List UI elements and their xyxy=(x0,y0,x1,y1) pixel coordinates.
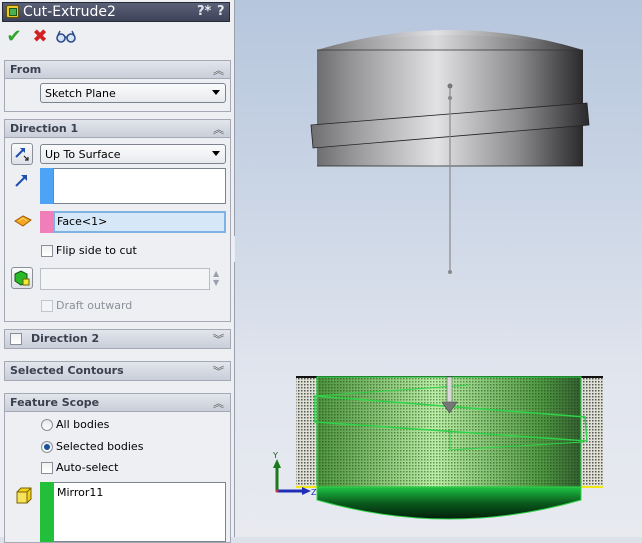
direction1-section-title: Direction 1 xyxy=(10,122,79,135)
expand-chevron-icon[interactable]: ︾ xyxy=(213,363,224,379)
selected-bodies-label: Selected bodies xyxy=(56,440,144,453)
end-condition-value: Up To Surface xyxy=(45,148,121,161)
direction1-section: Direction 1 ︽ Up To Surface Face<1> Flip… xyxy=(4,119,231,322)
selected-contours-section-header[interactable]: Selected Contours ︾ xyxy=(5,362,230,380)
extrude-direction-arrow xyxy=(446,376,453,405)
checkmark-icon: ✔ xyxy=(6,26,22,47)
draft-outward-label: Draft outward xyxy=(56,299,133,312)
upper-body-model[interactable] xyxy=(310,30,590,274)
direction-vector-icon xyxy=(15,175,27,187)
reverse-direction-button[interactable] xyxy=(11,143,33,165)
feature-scope-section: Feature Scope ︽ All bodies Selected bodi… xyxy=(4,393,231,543)
graphics-area[interactable]: Y Z xyxy=(235,0,642,537)
direction-selection-box[interactable] xyxy=(53,168,226,204)
selected-bodies-radio[interactable] xyxy=(41,441,53,453)
cancel-button[interactable]: ✖ xyxy=(30,27,50,47)
direction2-checkbox[interactable] xyxy=(10,333,22,345)
bodies-color-strip xyxy=(40,482,53,542)
auto-select-checkbox[interactable] xyxy=(41,462,53,474)
face-selection-value: Face<1> xyxy=(57,215,108,228)
help-button[interactable]: ? xyxy=(217,3,225,21)
triad-z-label: Z xyxy=(311,488,317,497)
from-section: From ︽ Sketch Plane xyxy=(4,60,231,112)
face-color-strip xyxy=(40,211,53,233)
collapse-chevron-icon[interactable]: ︽ xyxy=(213,62,224,78)
model-view: Y Z xyxy=(272,30,603,520)
feature-scope-section-header[interactable]: Feature Scope ︽ xyxy=(5,394,230,412)
expand-chevron-icon[interactable]: ︾ xyxy=(213,331,224,347)
face-selection-box[interactable]: Face<1> xyxy=(53,211,226,233)
draft-angle-input[interactable] xyxy=(40,268,210,290)
flip-side-to-cut-checkbox[interactable] xyxy=(41,245,53,257)
direction2-section: Direction 2 ︾ xyxy=(4,329,231,349)
all-bodies-radio[interactable] xyxy=(41,419,53,431)
from-section-title: From xyxy=(10,63,42,76)
from-section-header[interactable]: From ︽ xyxy=(5,61,230,79)
draft-angle-spinner[interactable]: ▲ ▼ xyxy=(213,269,219,287)
collapse-chevron-icon[interactable]: ︽ xyxy=(213,121,224,137)
detailed-preview-button[interactable] xyxy=(56,27,76,47)
collapse-chevron-icon[interactable]: ︽ xyxy=(213,395,224,411)
property-manager-titlebar: Cut-Extrude2 ?* ? xyxy=(2,2,230,22)
draft-on-off-button[interactable] xyxy=(11,267,33,289)
flip-side-to-cut-label: Flip side to cut xyxy=(56,244,137,257)
property-manager: Cut-Extrude2 ?* ? ✔ ✖ From ︽ Sketch Plan… xyxy=(0,0,235,543)
draft-outward-checkbox[interactable] xyxy=(41,300,53,312)
end-condition-dropdown[interactable]: Up To Surface xyxy=(40,144,226,164)
reverse-direction-icon xyxy=(15,148,29,161)
start-condition-value: Sketch Plane xyxy=(45,87,116,100)
face-vertex-icon xyxy=(14,215,32,227)
start-condition-dropdown[interactable]: Sketch Plane xyxy=(40,83,226,103)
body-list-item[interactable]: Mirror11 xyxy=(57,486,103,499)
ok-button[interactable]: ✔ xyxy=(4,27,24,47)
direction1-section-header[interactable]: Direction 1 ︽ xyxy=(5,120,230,138)
cut-preview-model[interactable] xyxy=(296,376,603,520)
feature-title: Cut-Extrude2 xyxy=(23,4,116,20)
solid-body-icon xyxy=(16,487,32,504)
cut-extrude-feature-icon xyxy=(6,5,19,18)
direction2-section-title: Direction 2 xyxy=(31,332,100,345)
x-icon: ✖ xyxy=(32,26,48,47)
auto-select-label: Auto-select xyxy=(56,461,119,474)
dropdown-arrow-icon xyxy=(212,90,220,95)
direction2-section-header[interactable]: Direction 2 ︾ xyxy=(5,330,230,348)
selected-contours-section: Selected Contours ︾ xyxy=(4,361,231,381)
selected-contours-section-title: Selected Contours xyxy=(10,364,124,377)
triad-y-label: Y xyxy=(272,451,278,460)
bodies-to-affect-list[interactable]: Mirror11 xyxy=(53,482,226,542)
dropdown-arrow-icon xyxy=(212,151,220,156)
feature-scope-section-title: Feature Scope xyxy=(10,396,100,409)
draft-icon xyxy=(14,270,30,286)
all-bodies-label: All bodies xyxy=(56,418,110,431)
whats-wrong-help-button[interactable]: ?* xyxy=(197,3,211,21)
glasses-icon xyxy=(56,30,76,43)
direction-color-strip xyxy=(40,168,53,204)
